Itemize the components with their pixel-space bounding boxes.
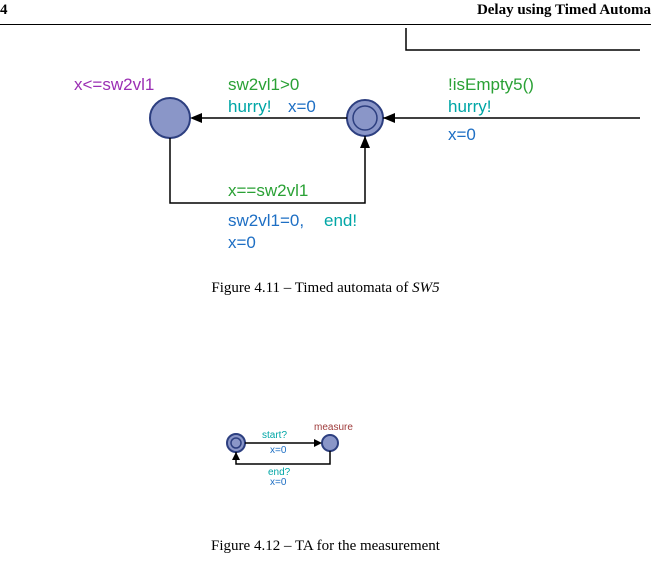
figure-4-12-caption: Figure 4.12 – TA for the measurement — [0, 538, 651, 555]
label-end-reset: x=0 — [270, 477, 287, 488]
label-right-reset: x=0 — [448, 125, 476, 144]
figure-4-11-caption-text: Figure 4.11 – Timed automata of — [211, 280, 412, 296]
arrowhead-top — [190, 113, 202, 123]
page: 4 Delay using Timed Automa x<=sw2vl1 sw2… — [0, 0, 651, 582]
label-start-reset: x=0 — [270, 445, 287, 456]
label-bottom-assign: sw2vl1=0, — [228, 211, 304, 230]
label-top-sync: hurry! — [228, 97, 271, 116]
label-invariant: x<=sw2vl1 — [74, 75, 154, 94]
state-left — [150, 98, 190, 138]
label-top-reset: x=0 — [288, 97, 316, 116]
label-top-guard: sw2vl1>0 — [228, 75, 299, 94]
state-measure — [322, 435, 338, 451]
figure-4-11-caption: Figure 4.11 – Timed automata of SW5 — [0, 280, 651, 297]
state-init-small — [227, 434, 245, 452]
arrowhead-right — [383, 113, 395, 123]
label-bottom-reset: x=0 — [228, 233, 256, 252]
state-initial — [347, 100, 383, 136]
page-header-title: Delay using Timed Automa — [477, 2, 651, 19]
label-right-sync: hurry! — [448, 97, 491, 116]
label-start-sync: start? — [262, 430, 287, 441]
figure-4-11-caption-object: SW5 — [412, 280, 440, 296]
label-measure: measure — [314, 422, 353, 433]
arrowhead-end — [232, 452, 240, 460]
page-number: 4 — [0, 2, 8, 19]
page-header: 4 Delay using Timed Automa — [0, 0, 651, 25]
label-right-guard: !isEmpty5() — [448, 75, 534, 94]
figure-4-11-automaton: x<=sw2vl1 sw2vl1>0 hurry! x=0 !isEmpty5(… — [60, 28, 640, 258]
label-bottom-guard: x==sw2vl1 — [228, 181, 308, 200]
figure-4-12-automaton: start? x=0 measure end? x=0 — [218, 418, 378, 488]
arrowhead-start — [314, 439, 322, 447]
label-bottom-sync: end! — [324, 211, 357, 230]
edge-offpage-top — [406, 28, 640, 50]
arrowhead-bottom — [360, 136, 370, 148]
